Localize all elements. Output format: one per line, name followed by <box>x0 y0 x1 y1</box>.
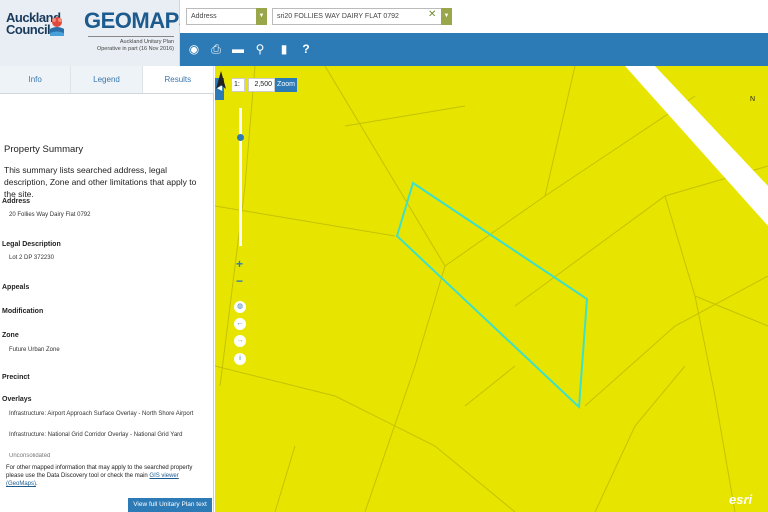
modification-label: Modification <box>2 308 44 315</box>
appeals-label: Appeals <box>2 284 30 291</box>
measure-icon[interactable]: ▬ <box>230 41 246 57</box>
forward-arrow-icon[interactable]: → <box>234 335 246 347</box>
legal-label: Legal Description <box>2 241 61 248</box>
map-canvas <box>215 66 768 512</box>
clear-search-icon[interactable]: ✕ <box>428 9 436 20</box>
scale-prefix-field[interactable]: 1: <box>231 78 245 92</box>
scale-input[interactable]: 2,500 <box>248 78 275 92</box>
map-view[interactable]: ◀ 1: 2,500 Zoom + − ◍ ← → i N esri <box>215 66 768 512</box>
overlay-item: Unconsolidated <box>9 453 51 459</box>
bookmark-icon[interactable]: ▮ <box>276 41 292 57</box>
north-label: N <box>750 96 756 103</box>
subtitle-line-1: Auckland Unitary Plan <box>119 39 174 45</box>
view-full-plan-button[interactable]: View full Unitary Plan text <box>128 498 212 512</box>
tab-results[interactable]: Results <box>142 66 214 93</box>
legal-value: Lot 2 DP 372230 <box>9 255 54 261</box>
zoom-slider[interactable] <box>239 108 242 246</box>
zone-label: Zone <box>2 332 19 339</box>
zone-value: Future Urban Zone <box>9 347 60 353</box>
back-arrow-icon[interactable]: ← <box>234 318 246 330</box>
overlay-item: Infrastructure: Airport Approach Surface… <box>9 411 194 417</box>
footnote-end: . <box>36 481 38 487</box>
app-title[interactable]: GEOMAPS <box>84 8 193 34</box>
help-icon[interactable]: ? <box>298 41 314 57</box>
panel-tabs: Info Legend Results <box>0 66 214 94</box>
precinct-label: Precinct <box>2 374 30 381</box>
info-icon[interactable]: i <box>234 353 246 365</box>
tab-info[interactable]: Info <box>0 66 72 93</box>
subtitle-line-2: Operative in part (16 Nov 2016) <box>96 46 174 52</box>
tab-legend[interactable]: Legend <box>71 66 143 93</box>
overlay-item: Infrastructure: National Grid Corridor O… <box>9 432 183 438</box>
address-dropdown-icon[interactable]: ▼ <box>441 8 452 25</box>
side-panel: Info Legend Results Property Summary Thi… <box>0 66 214 512</box>
road <box>625 66 768 226</box>
map-toolbar: ◉ ⎙ ▬ ⚲ ▮ ? <box>180 33 768 66</box>
footnote: For other mapped information that may ap… <box>6 464 206 488</box>
address-label: Address <box>2 198 31 205</box>
zoom-in-button[interactable]: + <box>233 258 246 271</box>
search-type-select[interactable]: Address <box>186 8 266 25</box>
search-type-dropdown-icon[interactable]: ▼ <box>256 8 267 25</box>
search-bar: Address ▼ sri20 FOLLIES WAY DAIRY FLAT 0… <box>180 0 768 33</box>
esri-logo: esri <box>729 492 753 507</box>
overlays-label: Overlays <box>2 396 32 403</box>
globe-icon[interactable]: ◍ <box>234 301 246 313</box>
zoom-button[interactable]: Zoom <box>275 78 297 92</box>
summary-description: This summary lists searched address, leg… <box>4 165 197 199</box>
north-arrow-icon <box>216 71 226 89</box>
plan-subtitle: Auckland Unitary Plan Operative in part … <box>88 36 174 53</box>
eye-icon[interactable]: ◉ <box>186 41 202 57</box>
address-value: 20 Follies Way Dairy Flat 0792 <box>9 212 91 218</box>
marker-icon[interactable]: ⚲ <box>252 41 268 57</box>
summary-title: Property Summary <box>4 144 84 155</box>
address-search-input[interactable]: sri20 FOLLIES WAY DAIRY FLAT 0792 <box>272 8 442 25</box>
brand-area: Auckland Council GEOMAPS Auckland Unitar… <box>0 0 193 66</box>
selected-parcel[interactable] <box>395 181 589 410</box>
zoom-slider-handle[interactable] <box>237 134 244 141</box>
app-header: Auckland Council GEOMAPS Auckland Unitar… <box>0 0 768 66</box>
council-logo-icon <box>50 17 64 36</box>
property-summary: Property Summary This summary lists sear… <box>4 144 210 200</box>
print-icon[interactable]: ⎙ <box>208 41 224 57</box>
zoom-out-button[interactable]: − <box>233 275 246 288</box>
